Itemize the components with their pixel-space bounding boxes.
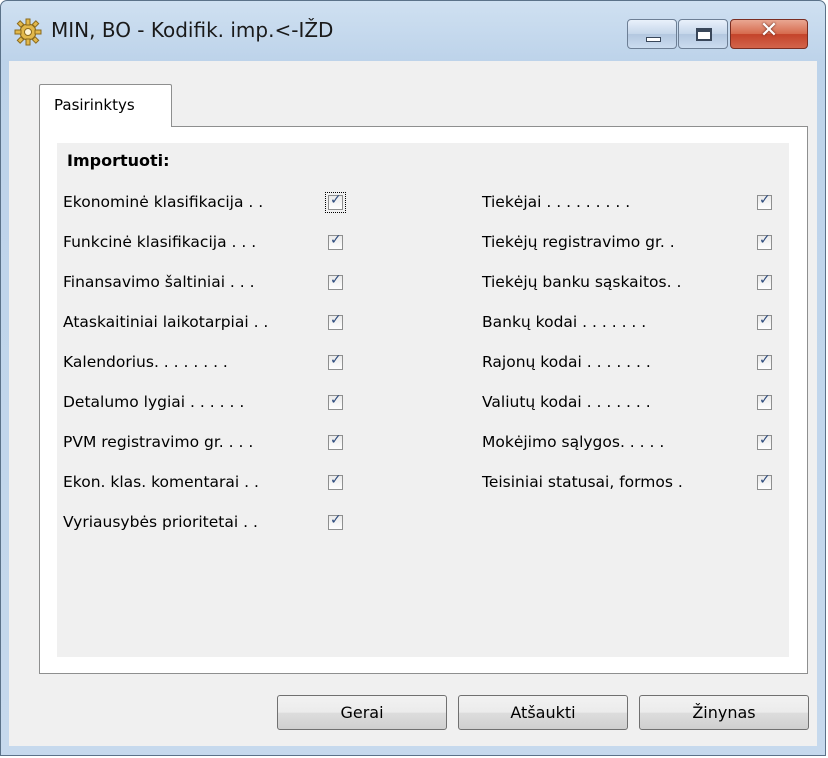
right-option-row[interactable]: Rajonų kodai . . . . . . . ✓	[482, 352, 782, 374]
window-title: MIN, BO - Kodifik. imp.<-IŽD	[51, 18, 334, 42]
checkbox-mokejimo-salygos[interactable]: ✓	[757, 432, 772, 450]
checkmark-icon: ✓	[759, 232, 771, 248]
close-button[interactable]: ✕	[730, 18, 808, 49]
checkmark-icon: ✓	[330, 472, 342, 488]
checkmark-icon: ✓	[330, 192, 342, 208]
option-label: Bankų kodai . . . . . . .	[482, 313, 647, 331]
right-option-row[interactable]: Mokėjimo sąlygos. . . . . ✓	[482, 432, 782, 454]
checkbox-kalendorius[interactable]: ✓	[328, 352, 343, 370]
option-label: Funkcinė klasifikacija . . .	[63, 233, 257, 251]
checkmark-icon: ✓	[330, 352, 342, 368]
close-icon: ✕	[759, 18, 779, 43]
maximize-icon	[696, 28, 712, 41]
checkbox-ataskaitiniai-laikotarpiai[interactable]: ✓	[328, 312, 343, 330]
option-label: Ataskaitiniai laikotarpiai . .	[63, 313, 269, 331]
option-label: PVM registravimo gr. . . .	[63, 433, 254, 451]
dialog-window: MIN, BO - Kodifik. imp.<-IŽD ✕ Pasirinkt…	[0, 0, 826, 756]
checkbox-ekonomine-klasifikacija[interactable]: ✓	[325, 192, 346, 213]
left-option-row[interactable]: Kalendorius. . . . . . . . ✓	[63, 352, 363, 374]
right-option-row[interactable]: Tiekėjų banku sąskaitos. . ✓	[482, 272, 782, 294]
right-option-row[interactable]: Tiekėjų registravimo gr. . ✓	[482, 232, 782, 254]
checkmark-icon: ✓	[759, 392, 771, 408]
tab-label: Pasirinktys	[54, 96, 135, 114]
option-label: Tiekėjai . . . . . . . . .	[482, 193, 631, 211]
option-label: Mokėjimo sąlygos. . . . .	[482, 433, 665, 451]
option-label: Valiutų kodai . . . . . . .	[482, 393, 651, 411]
checkbox-tiekeju-banku-saskaitos[interactable]: ✓	[757, 272, 772, 290]
dialog-client-area: Pasirinktys Importuoti: Ekonominė klasif…	[9, 61, 817, 746]
checkbox-valiutu-kodai[interactable]: ✓	[757, 392, 772, 410]
help-button[interactable]: Žinynas	[639, 695, 809, 730]
left-option-row[interactable]: Detalumo lygiai . . . . . . ✓	[63, 392, 363, 414]
checkbox-funkcine-klasifikacija[interactable]: ✓	[328, 232, 343, 250]
maximize-button[interactable]	[678, 19, 728, 49]
ok-button[interactable]: Gerai	[277, 695, 447, 730]
checkbox-detalumo-lygiai[interactable]: ✓	[328, 392, 343, 410]
left-option-row[interactable]: Funkcinė klasifikacija . . . ✓	[63, 232, 363, 254]
checkbox-finansavimo-saltiniai[interactable]: ✓	[328, 272, 343, 290]
checkmark-icon: ✓	[330, 272, 342, 288]
minimize-icon	[646, 37, 661, 42]
checkbox-tiekeju-registravimo-gr[interactable]: ✓	[757, 232, 772, 250]
checkbox-ekon-klas-komentarai[interactable]: ✓	[328, 472, 343, 490]
checkmark-icon: ✓	[330, 312, 342, 328]
checkbox-teisiniai-statusai[interactable]: ✓	[757, 472, 772, 490]
checkmark-icon: ✓	[759, 432, 771, 448]
left-option-row[interactable]: Ataskaitiniai laikotarpiai . . ✓	[63, 312, 363, 334]
cancel-button[interactable]: Atšaukti	[458, 695, 628, 730]
checkbox-vyriausybes-prioritetai[interactable]: ✓	[328, 512, 343, 530]
minimize-button[interactable]	[627, 19, 677, 49]
right-option-row[interactable]: Tiekėjai . . . . . . . . . ✓	[482, 192, 782, 214]
checkmark-icon: ✓	[330, 392, 342, 408]
right-option-row[interactable]: Bankų kodai . . . . . . . ✓	[482, 312, 782, 334]
left-option-row[interactable]: Ekon. klas. komentarai . . ✓	[63, 472, 363, 494]
option-label: Kalendorius. . . . . . . .	[63, 353, 228, 371]
title-bar[interactable]: MIN, BO - Kodifik. imp.<-IŽD ✕	[1, 1, 825, 61]
checkbox-banku-kodai[interactable]: ✓	[757, 312, 772, 330]
tab-panel: Importuoti: Ekonominė klasifikacija . . …	[39, 126, 808, 674]
option-label: Rajonų kodai . . . . . . .	[482, 353, 651, 371]
checkbox-rajonu-kodai[interactable]: ✓	[757, 352, 772, 370]
left-option-row[interactable]: Finansavimo šaltiniai . . . ✓	[63, 272, 363, 294]
checkmark-icon: ✓	[330, 512, 342, 528]
checkmark-icon: ✓	[759, 312, 771, 328]
left-option-row[interactable]: PVM registravimo gr. . . . ✓	[63, 432, 363, 454]
option-label: Ekonominė klasifikacija . .	[63, 193, 264, 211]
option-label: Teisiniai statusai, formos .	[482, 473, 683, 491]
right-option-row[interactable]: Valiutų kodai . . . . . . . ✓	[482, 392, 782, 414]
checkmark-icon: ✓	[759, 272, 771, 288]
checkmark-icon: ✓	[759, 352, 771, 368]
checkbox-pvm-registravimo-gr[interactable]: ✓	[328, 432, 343, 450]
option-label: Tiekėjų banku sąskaitos. .	[482, 273, 682, 291]
checkmark-icon: ✓	[330, 432, 342, 448]
option-label: Vyriausybės prioritetai . .	[63, 513, 258, 531]
option-label: Finansavimo šaltiniai . . .	[63, 273, 255, 291]
right-option-row[interactable]: Teisiniai statusai, formos . ✓	[482, 472, 782, 494]
tab-pasirinktys[interactable]: Pasirinktys	[39, 84, 172, 127]
gear-icon	[14, 18, 42, 46]
checkbox-tiekejai[interactable]: ✓	[757, 192, 772, 210]
option-label: Detalumo lygiai . . . . . .	[63, 393, 245, 411]
checkmark-icon: ✓	[759, 192, 771, 208]
import-options-group: Importuoti: Ekonominė klasifikacija . . …	[57, 143, 789, 657]
left-option-row[interactable]: Ekonominė klasifikacija . . ✓	[63, 192, 363, 214]
checkmark-icon: ✓	[759, 472, 771, 488]
checkmark-icon: ✓	[330, 232, 342, 248]
left-option-row[interactable]: Vyriausybės prioritetai . . ✓	[63, 512, 363, 534]
option-label: Tiekėjų registravimo gr. .	[482, 233, 675, 251]
group-title: Importuoti:	[67, 151, 170, 170]
option-label: Ekon. klas. komentarai . .	[63, 473, 259, 491]
